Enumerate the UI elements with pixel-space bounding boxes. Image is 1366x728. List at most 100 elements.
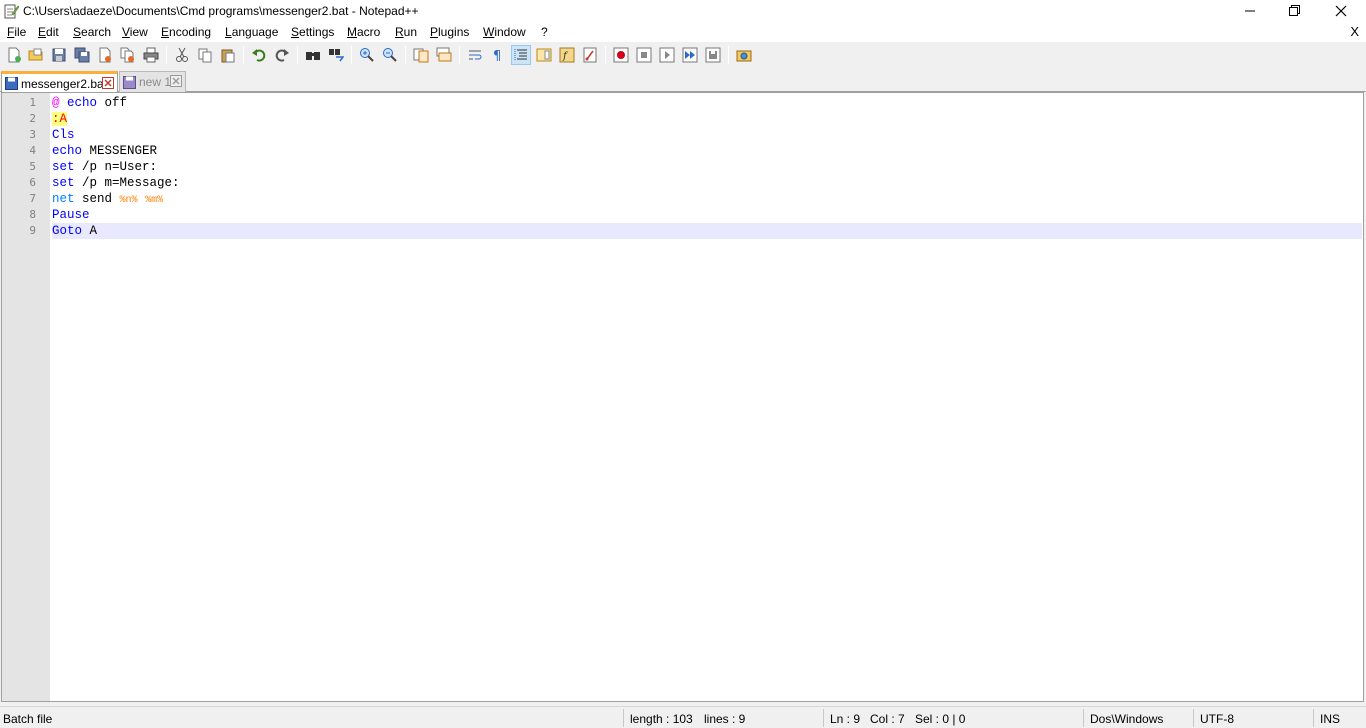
record-macro-button[interactable] bbox=[611, 45, 631, 65]
save-all-icon bbox=[74, 47, 90, 63]
indent-guide-button[interactable] bbox=[511, 45, 531, 65]
stop-macro-icon bbox=[636, 47, 652, 63]
indent-guide-icon bbox=[514, 49, 527, 61]
menu-bar: File Edit Search View Encoding Language … bbox=[0, 22, 1366, 42]
new-file-button[interactable] bbox=[4, 45, 24, 65]
stop-macro-button[interactable] bbox=[634, 45, 654, 65]
keyword-token: set bbox=[52, 160, 75, 174]
text-token: /p m=Message: bbox=[74, 176, 180, 190]
word-wrap-button[interactable] bbox=[465, 45, 485, 65]
save-macro-icon bbox=[705, 47, 721, 63]
status-bar: Batch file length : 103 lines : 9 Ln : 9… bbox=[0, 706, 1366, 728]
folder-as-workspace-button[interactable] bbox=[580, 45, 600, 65]
close-file-button[interactable] bbox=[95, 45, 115, 65]
save-macro-button[interactable] bbox=[703, 45, 723, 65]
zoom-in-button[interactable] bbox=[357, 45, 377, 65]
find-button[interactable] bbox=[303, 45, 323, 65]
menu-language[interactable]: Language bbox=[225, 25, 278, 39]
restore-button[interactable] bbox=[1272, 0, 1318, 22]
new-file-icon bbox=[8, 47, 21, 63]
copy-button[interactable] bbox=[195, 45, 215, 65]
undo-icon bbox=[252, 49, 266, 62]
menu-encoding[interactable]: Encoding bbox=[161, 25, 211, 39]
copy-icon bbox=[198, 48, 212, 63]
title-bar: C:\Users\adaeze\Documents\Cmd programs\m… bbox=[0, 0, 1366, 22]
text-token: MESSENGER bbox=[82, 144, 158, 158]
code-line-8[interactable]: Pause bbox=[52, 207, 1362, 223]
status-eol[interactable]: Dos\Windows bbox=[1090, 712, 1163, 726]
sync-horizontal-icon bbox=[436, 47, 452, 62]
code-line-5[interactable]: set /p n=User: bbox=[52, 159, 1362, 175]
status-col: Col : 7 bbox=[870, 712, 905, 726]
menu-help[interactable]: ? bbox=[541, 25, 548, 39]
menu-edit[interactable]: Edit bbox=[38, 25, 59, 39]
save-button[interactable] bbox=[49, 45, 69, 65]
document-map-button[interactable] bbox=[534, 45, 554, 65]
tab-new-1[interactable]: new 1 bbox=[119, 71, 186, 92]
line-number: 9 bbox=[29, 224, 36, 237]
code-line-4[interactable]: echo MESSENGER bbox=[52, 143, 1362, 159]
line-number-gutter[interactable]: 1 2 3 4 5 6 7 8 9 bbox=[2, 93, 50, 701]
replace-button[interactable] bbox=[326, 45, 346, 65]
menu-settings[interactable]: Settings bbox=[291, 25, 334, 39]
tab-messenger2-bat[interactable]: messenger2.bat bbox=[1, 71, 118, 93]
tab-close-icon[interactable] bbox=[102, 77, 114, 89]
sync-horizontal-button[interactable] bbox=[434, 45, 454, 65]
menu-view[interactable]: View bbox=[122, 25, 148, 39]
tab-close-icon[interactable] bbox=[170, 75, 182, 87]
text-token: /p n=User: bbox=[74, 160, 158, 174]
menu-plugins[interactable]: Plugins bbox=[430, 25, 469, 39]
saved-file-icon bbox=[5, 77, 18, 90]
menu-macro[interactable]: Macro bbox=[347, 25, 380, 39]
paste-button[interactable] bbox=[218, 45, 238, 65]
save-all-button[interactable] bbox=[72, 45, 92, 65]
folder-as-workspace-icon bbox=[583, 47, 597, 63]
function-list-button[interactable]: f bbox=[557, 45, 577, 65]
text-token: off bbox=[97, 96, 128, 110]
code-line-1[interactable]: @ echo off bbox=[52, 95, 1362, 111]
record-macro-icon bbox=[613, 47, 629, 63]
line-number: 8 bbox=[29, 208, 36, 221]
menu-window[interactable]: Window bbox=[483, 25, 526, 39]
function-list-icon: f bbox=[559, 47, 575, 63]
notepadpp-app-icon[interactable] bbox=[3, 3, 20, 19]
code-line-9-current[interactable]: Goto A bbox=[52, 223, 1362, 239]
close-all-button[interactable] bbox=[118, 45, 138, 65]
launch-browser-button[interactable] bbox=[734, 45, 754, 65]
text-token: A bbox=[82, 224, 98, 238]
show-all-chars-button[interactable]: ¶ bbox=[488, 45, 508, 65]
close-file-icon bbox=[99, 47, 111, 63]
redo-button[interactable] bbox=[272, 45, 292, 65]
keyword-token: Cls bbox=[52, 128, 75, 142]
minimize-button[interactable] bbox=[1227, 0, 1273, 22]
svg-text:¶: ¶ bbox=[493, 49, 501, 63]
keyword-token: echo bbox=[52, 144, 83, 158]
print-button[interactable] bbox=[141, 45, 161, 65]
restore-icon bbox=[1289, 5, 1300, 16]
code-line-2[interactable]: :A bbox=[52, 111, 1362, 127]
status-mode[interactable]: INS bbox=[1320, 712, 1340, 726]
unsaved-file-icon bbox=[123, 75, 136, 89]
code-line-6[interactable]: set /p m=Message: bbox=[52, 175, 1362, 191]
cut-button[interactable] bbox=[172, 45, 192, 65]
zoom-out-button[interactable] bbox=[380, 45, 400, 65]
open-file-icon bbox=[28, 48, 43, 61]
code-line-7[interactable]: net send %n% %m% bbox=[52, 191, 1362, 207]
toolbar: ¶ f bbox=[0, 42, 1366, 68]
editor-area[interactable]: 1 2 3 4 5 6 7 8 9 @ echo off :A Cls echo… bbox=[1, 92, 1364, 702]
run-macro-multiple-button[interactable] bbox=[680, 45, 700, 65]
keyword-token: set bbox=[52, 176, 75, 190]
status-lines: lines : 9 bbox=[704, 712, 746, 726]
open-file-button[interactable] bbox=[26, 45, 46, 65]
sync-vertical-button[interactable] bbox=[411, 45, 431, 65]
code-line-3[interactable]: Cls bbox=[52, 127, 1362, 143]
menu-run[interactable]: Run bbox=[395, 25, 417, 39]
play-macro-button[interactable] bbox=[657, 45, 677, 65]
code-text[interactable]: @ echo off :A Cls echo MESSENGER set /p … bbox=[52, 95, 1362, 239]
close-document-button[interactable]: X bbox=[1350, 24, 1359, 39]
close-window-button[interactable] bbox=[1318, 0, 1364, 22]
undo-button[interactable] bbox=[249, 45, 269, 65]
status-encoding[interactable]: UTF-8 bbox=[1200, 712, 1234, 726]
menu-search[interactable]: Search bbox=[73, 25, 111, 39]
menu-file[interactable]: File bbox=[7, 25, 26, 39]
